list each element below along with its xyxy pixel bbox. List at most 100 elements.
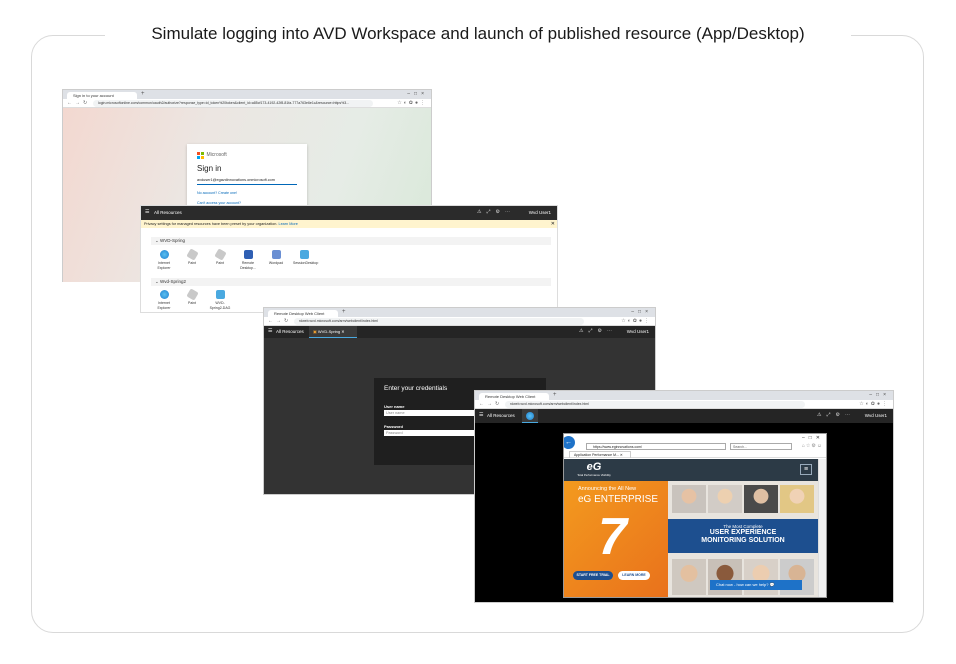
toolbar-icons[interactable]: ⚠⤢⚙⋯ <box>579 328 617 334</box>
desktop-icon: ▣ <box>313 329 317 334</box>
desktop-icon <box>215 290 225 299</box>
url-input[interactable]: rdweb.wvd.microsoft.com/arm/webclient/in… <box>505 401 805 408</box>
nav-arrows-icon[interactable]: ←→↻ <box>479 401 502 408</box>
start-trial-button[interactable]: START FREE TRIAL <box>573 571 613 580</box>
session-tab[interactable]: ▣ WVD-Spring ✕ <box>309 326 357 338</box>
signin-card: Microsoft Sign in avduser1@egavdinnovati… <box>187 144 307 214</box>
group-header[interactable]: ⌄ WVD-Spring <box>151 237 551 245</box>
signin-heading: Sign in <box>197 163 222 173</box>
menu-icon[interactable]: ☰ <box>145 209 149 215</box>
close-icon[interactable]: ✕ <box>551 220 555 228</box>
person-photo <box>708 485 742 513</box>
app-wvd-spring2-dag[interactable]: WVD-Spring2-DAG <box>209 290 231 310</box>
blue-message-panel: The Most Complete USER EXPERIENCE MONITO… <box>668 519 818 553</box>
privacy-notice: Privacy settings for managed resources h… <box>141 220 557 228</box>
ie-search-input[interactable]: Search... <box>730 443 792 450</box>
ie-window: –□✕ ← https://www.eginnovations.com/ Sea… <box>563 433 827 598</box>
cant-access-link[interactable]: Can't access your account? <box>197 201 297 205</box>
tab-strip: Remote Desktop Web Client + –□× <box>264 308 655 317</box>
paint-icon <box>213 248 227 261</box>
tab-strip: Remote Desktop Web Client + –□× <box>475 391 893 400</box>
app-remote-desktop[interactable]: Remote Desktop... <box>237 250 259 270</box>
new-tab-icon[interactable]: + <box>141 91 145 98</box>
person-photo <box>780 485 814 513</box>
remote-desktop-icon <box>243 250 253 259</box>
learn-more-button[interactable]: LEARN MORE <box>618 571 650 580</box>
app-paint[interactable]: Paint <box>181 248 203 266</box>
user-name[interactable]: Wvd User1 <box>865 413 887 418</box>
extension-icons[interactable]: ☆◐✿●⋮ <box>859 401 889 408</box>
favorites-icons[interactable]: ⌂☆⚙☺ <box>802 442 823 451</box>
window-controls-icon[interactable]: –□× <box>869 392 890 399</box>
browser-tab[interactable]: Remote Desktop Web Client <box>268 310 338 317</box>
ie-url-input[interactable]: https://www.eginnovations.com/ <box>586 443 726 450</box>
session-browser-window: Remote Desktop Web Client + –□× ←→↻ rdwe… <box>474 390 894 603</box>
person-photo <box>672 559 706 595</box>
menu-icon[interactable]: ☰ <box>268 328 272 334</box>
app-internet-explorer[interactable]: Internet Explorer <box>153 290 175 310</box>
ie-titlebar: –□✕ <box>564 434 826 442</box>
all-resources-label[interactable]: All Resources <box>154 210 182 215</box>
nav-arrows-icon[interactable]: ←→↻ <box>268 318 291 325</box>
app-session-desktop[interactable]: SessionDesktop <box>293 250 318 266</box>
hamburger-icon[interactable]: ≡ <box>800 464 812 475</box>
announce-text: Announcing the All New <box>578 486 637 492</box>
toolbar-icons[interactable]: ⚠⤢⚙⋯ <box>817 412 855 418</box>
microsoft-logo-icon <box>197 152 204 159</box>
paint-icon <box>185 248 199 261</box>
address-bar: ←→↻ rdweb.wvd.microsoft.com/arm/webclien… <box>475 400 893 409</box>
toolbar-icons[interactable]: ⚠⤢⚙⋯ <box>477 209 515 215</box>
app-paint[interactable]: Paint <box>181 288 203 306</box>
new-tab-icon[interactable]: + <box>553 392 557 399</box>
nav-arrows-icon[interactable]: ←→↻ <box>67 100 90 107</box>
photo-row-top <box>668 481 818 517</box>
ie-toolbar: ← https://www.eginnovations.com/ Search.… <box>564 436 826 451</box>
ie-tab-row: Application Performance M... ✕ <box>564 451 826 458</box>
paint-icon <box>185 288 199 301</box>
banner: Announcing the All New eG ENTERPRISE 7 S… <box>564 481 818 597</box>
chat-button[interactable]: Chat now - how can we help? 💬 <box>710 580 802 590</box>
browser-tab[interactable]: Remote Desktop Web Client <box>479 393 549 400</box>
session-top-bar: ☰ All Resources ▣ WVD-Spring ✕ ⚠⤢⚙⋯ Wvd … <box>264 326 655 338</box>
page-title: Simulate logging into AVD Workspace and … <box>105 22 851 46</box>
app-paint[interactable]: Paint <box>209 248 231 266</box>
logo-tagline: Total Performance Visibility <box>577 473 611 477</box>
person-photo <box>744 485 778 513</box>
extension-icons[interactable]: ☆◐✿●⋮ <box>397 100 427 107</box>
learn-more-link[interactable]: Learn More <box>278 222 297 226</box>
window-controls-icon[interactable]: –□✕ <box>802 434 824 442</box>
chat-icon: 💬 <box>769 582 775 587</box>
user-name[interactable]: Wvd User1 <box>529 210 551 215</box>
feed-top-bar: ☰ All Resources ⚠⤢⚙⋯ Wvd User1 <box>141 206 557 220</box>
photo-row-bottom <box>668 555 818 597</box>
menu-icon[interactable]: ☰ <box>479 412 483 418</box>
scrollbar[interactable] <box>818 459 826 597</box>
app-wordpad[interactable]: Wordpad <box>265 250 287 266</box>
wordpad-icon <box>271 250 281 259</box>
url-input[interactable]: rdweb.wvd.microsoft.com/arm/webclient/in… <box>294 318 584 325</box>
all-resources-label[interactable]: All Resources <box>487 413 515 418</box>
browser-tab[interactable]: Sign in to your account <box>67 92 137 99</box>
back-icon[interactable]: ← <box>564 436 575 449</box>
session-tab[interactable] <box>522 409 538 423</box>
brand-name: Microsoft <box>206 152 227 159</box>
desktop-icon <box>299 250 309 259</box>
new-tab-icon[interactable]: + <box>342 309 346 316</box>
app-internet-explorer[interactable]: Internet Explorer <box>153 250 175 270</box>
create-account-link[interactable]: No account? Create one! <box>197 191 297 195</box>
ie-tab[interactable]: Application Performance M... ✕ <box>569 451 631 458</box>
email-field[interactable]: avduser1@egavdinnovations.onmicrosoft.co… <box>197 178 297 185</box>
user-name[interactable]: Wvd User1 <box>627 329 649 334</box>
orange-panel: Announcing the All New eG ENTERPRISE 7 S… <box>564 481 668 597</box>
extension-icons[interactable]: ☆◐✿●⋮ <box>621 318 651 325</box>
all-resources-label[interactable]: All Resources <box>276 329 304 334</box>
address-bar: ←→↻ rdweb.wvd.microsoft.com/arm/webclien… <box>264 317 655 326</box>
feed-window: ☰ All Resources ⚠⤢⚙⋯ Wvd User1 Privacy s… <box>140 205 558 313</box>
window-controls-icon[interactable]: –□× <box>631 309 652 316</box>
eg-logo: eG Total Performance Visibility <box>570 461 618 479</box>
url-input[interactable]: login.microsoftonline.com/common/oauth2/… <box>93 100 373 107</box>
product-name: eG ENTERPRISE <box>578 494 659 505</box>
close-icon[interactable]: ✕ <box>341 329 344 334</box>
group-header[interactable]: ⌄ Wvd-Spring2 <box>151 278 551 286</box>
window-controls-icon[interactable]: –□× <box>407 91 428 98</box>
